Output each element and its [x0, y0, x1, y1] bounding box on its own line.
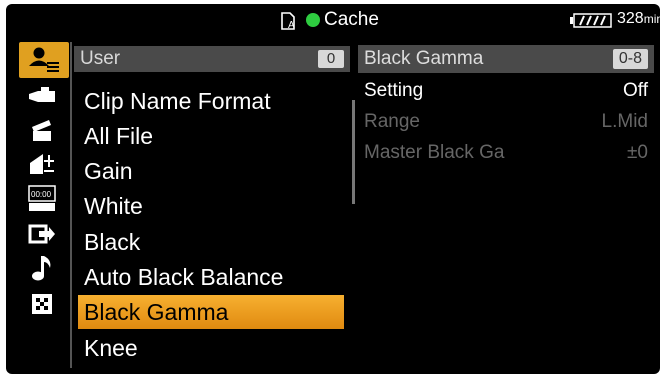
range-row: Range L.Mid — [358, 107, 654, 137]
master-black-gamma-value: ±0 — [627, 142, 648, 163]
paint-icon[interactable] — [24, 150, 60, 178]
menu-header-badge: 0 — [318, 50, 344, 68]
camera-icon[interactable] — [24, 82, 60, 110]
output-icon[interactable] — [24, 220, 60, 248]
master-black-gamma-row: Master Black Ga ±0 — [358, 138, 654, 168]
detail-panel: Black Gamma 0-8 Setting Off Range L.Mid … — [358, 42, 660, 368]
menu-item-clip-name-format[interactable]: Clip Name Format — [84, 84, 271, 118]
setting-label: Setting — [364, 80, 424, 101]
menu-item-knee[interactable]: Knee — [84, 331, 138, 365]
menu-item-auto-black-balance[interactable]: Auto Black Balance — [84, 260, 283, 294]
audio-icon[interactable] — [24, 254, 60, 282]
setting-row[interactable]: Setting Off — [358, 76, 654, 106]
menu-scrollbar[interactable] — [352, 100, 355, 204]
detail-header: Black Gamma 0-8 — [358, 45, 654, 73]
grid-icon[interactable] — [24, 290, 60, 318]
timecode-icon[interactable]: 00:00 — [24, 184, 60, 212]
menu-item-white[interactable]: White — [84, 189, 143, 223]
menu-header: User 0 — [74, 46, 350, 72]
remaining-time-value: 328 — [617, 10, 644, 27]
master-black-gamma-label: Master Black Ga — [364, 142, 505, 163]
camera-menu-screen: A Cache 328min 00:00 User 0 Clip Name Fo… — [6, 4, 660, 374]
menu-item-all-file[interactable]: All File — [84, 119, 153, 153]
range-value: L.Mid — [601, 111, 648, 132]
menu-category-sidebar: 00:00 — [19, 42, 69, 368]
media-card-icon: A — [281, 12, 295, 31]
remaining-time-unit: min — [643, 12, 660, 26]
user-menu-icon[interactable] — [19, 42, 69, 78]
media-mode-label: Cache — [324, 9, 379, 30]
remaining-time: 328min — [617, 10, 660, 28]
battery-icon — [570, 13, 612, 28]
menu-item-black[interactable]: Black — [84, 225, 140, 259]
clapper-icon[interactable] — [24, 116, 60, 144]
menu-item-black-gamma[interactable]: Black Gamma — [78, 295, 344, 329]
svg-text:A: A — [288, 20, 295, 31]
range-label: Range — [364, 111, 420, 132]
detail-badge: 0-8 — [612, 49, 648, 69]
svg-text:00:00: 00:00 — [31, 190, 52, 199]
menu-item-gain[interactable]: Gain — [84, 154, 133, 188]
status-bar: A Cache 328min — [6, 4, 660, 38]
setting-value: Off — [623, 80, 648, 101]
menu-list: User 0 Clip Name Format All File Gain Wh… — [70, 42, 355, 368]
record-status-dot — [306, 13, 320, 27]
menu-header-label: User — [80, 48, 121, 69]
detail-title: Black Gamma — [364, 48, 484, 69]
